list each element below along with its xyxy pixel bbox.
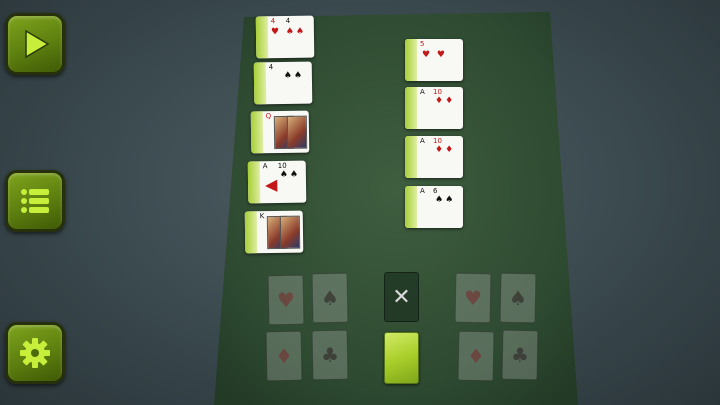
card-rank-back: 4 [285, 16, 291, 25]
card-rank-back: A [420, 137, 425, 145]
foundation-slot-hearts[interactable]: ♥ [267, 274, 305, 326]
card-stripe [250, 111, 264, 154]
card-face-art [286, 115, 308, 149]
card-ace-pip: ◀ [264, 174, 278, 195]
tableau-card[interactable]: 4 4 ♥ ♠♠ [255, 15, 315, 59]
card-pips: ♦♦ [435, 145, 456, 155]
foundation-slot-diamonds[interactable]: ♦ [457, 330, 495, 382]
close-icon: ✕ [392, 284, 411, 310]
foundation-slot-hearts[interactable]: ♥ [454, 272, 492, 324]
foundation-slot-diamonds[interactable]: ♦ [265, 330, 303, 382]
tableau-card[interactable]: 5 ♥ ♥ [405, 39, 463, 81]
card-rank: 10 [277, 161, 287, 170]
tableau-card[interactable]: A ◀ 10 ♠♠ [247, 160, 307, 204]
tableau-card[interactable]: A 10 ♦♦ [405, 87, 463, 129]
card-pips: ♦♦ [435, 96, 456, 106]
card-rank-back: A [420, 187, 425, 195]
card-rank: 10 [433, 88, 442, 96]
foundation-slot-clubs[interactable]: ♣ [311, 329, 349, 381]
card-stripe [247, 161, 261, 204]
card-stripe [405, 136, 417, 178]
card-pips: ♥ ♥ [422, 50, 447, 60]
foundation-slot-spades[interactable]: ♠ [499, 272, 537, 324]
play-icon [25, 29, 50, 59]
tableau-card[interactable]: Q [250, 110, 310, 154]
card-rank: K [259, 212, 265, 221]
card-pips: ♥ ♠♠ [270, 26, 307, 38]
card-table [214, 12, 578, 405]
tableau-card[interactable]: A 6 ♠♠ [405, 186, 463, 228]
card-stripe [405, 186, 417, 228]
card-pips: ♠♠ [279, 169, 301, 180]
card-pips: ♠♠ [283, 70, 305, 81]
settings-button[interactable] [5, 322, 65, 384]
card-pips: ♠♠ [435, 195, 456, 205]
foundation-slot-spades[interactable]: ♠ [311, 272, 349, 324]
card-stripe [244, 211, 258, 254]
card-face-art [279, 215, 301, 249]
card-stripe [255, 16, 269, 59]
card-stripe [405, 39, 417, 81]
card-rank: 5 [420, 40, 425, 48]
tableau-card[interactable]: K [244, 210, 304, 254]
foundation-slot-clubs[interactable]: ♣ [501, 329, 539, 381]
play-button[interactable] [5, 13, 65, 75]
tableau-card[interactable]: 4 ♠♠ [253, 61, 313, 105]
stock-pile[interactable] [384, 332, 419, 384]
menu-button[interactable] [5, 170, 65, 232]
list-icon [21, 189, 49, 213]
card-stripe [253, 62, 267, 105]
card-rank: 10 [433, 137, 442, 145]
card-rank: 4 [268, 63, 274, 72]
discard-slot[interactable]: ✕ [384, 272, 419, 322]
card-rank-a: A [262, 162, 268, 171]
card-rank: 4 [270, 17, 276, 26]
card-stripe [405, 87, 417, 129]
card-rank: 6 [433, 187, 438, 195]
tableau-card[interactable]: A 10 ♦♦ [405, 136, 463, 178]
card-rank-back: A [420, 88, 425, 96]
card-rank: Q [265, 112, 272, 121]
gear-icon [20, 338, 50, 368]
